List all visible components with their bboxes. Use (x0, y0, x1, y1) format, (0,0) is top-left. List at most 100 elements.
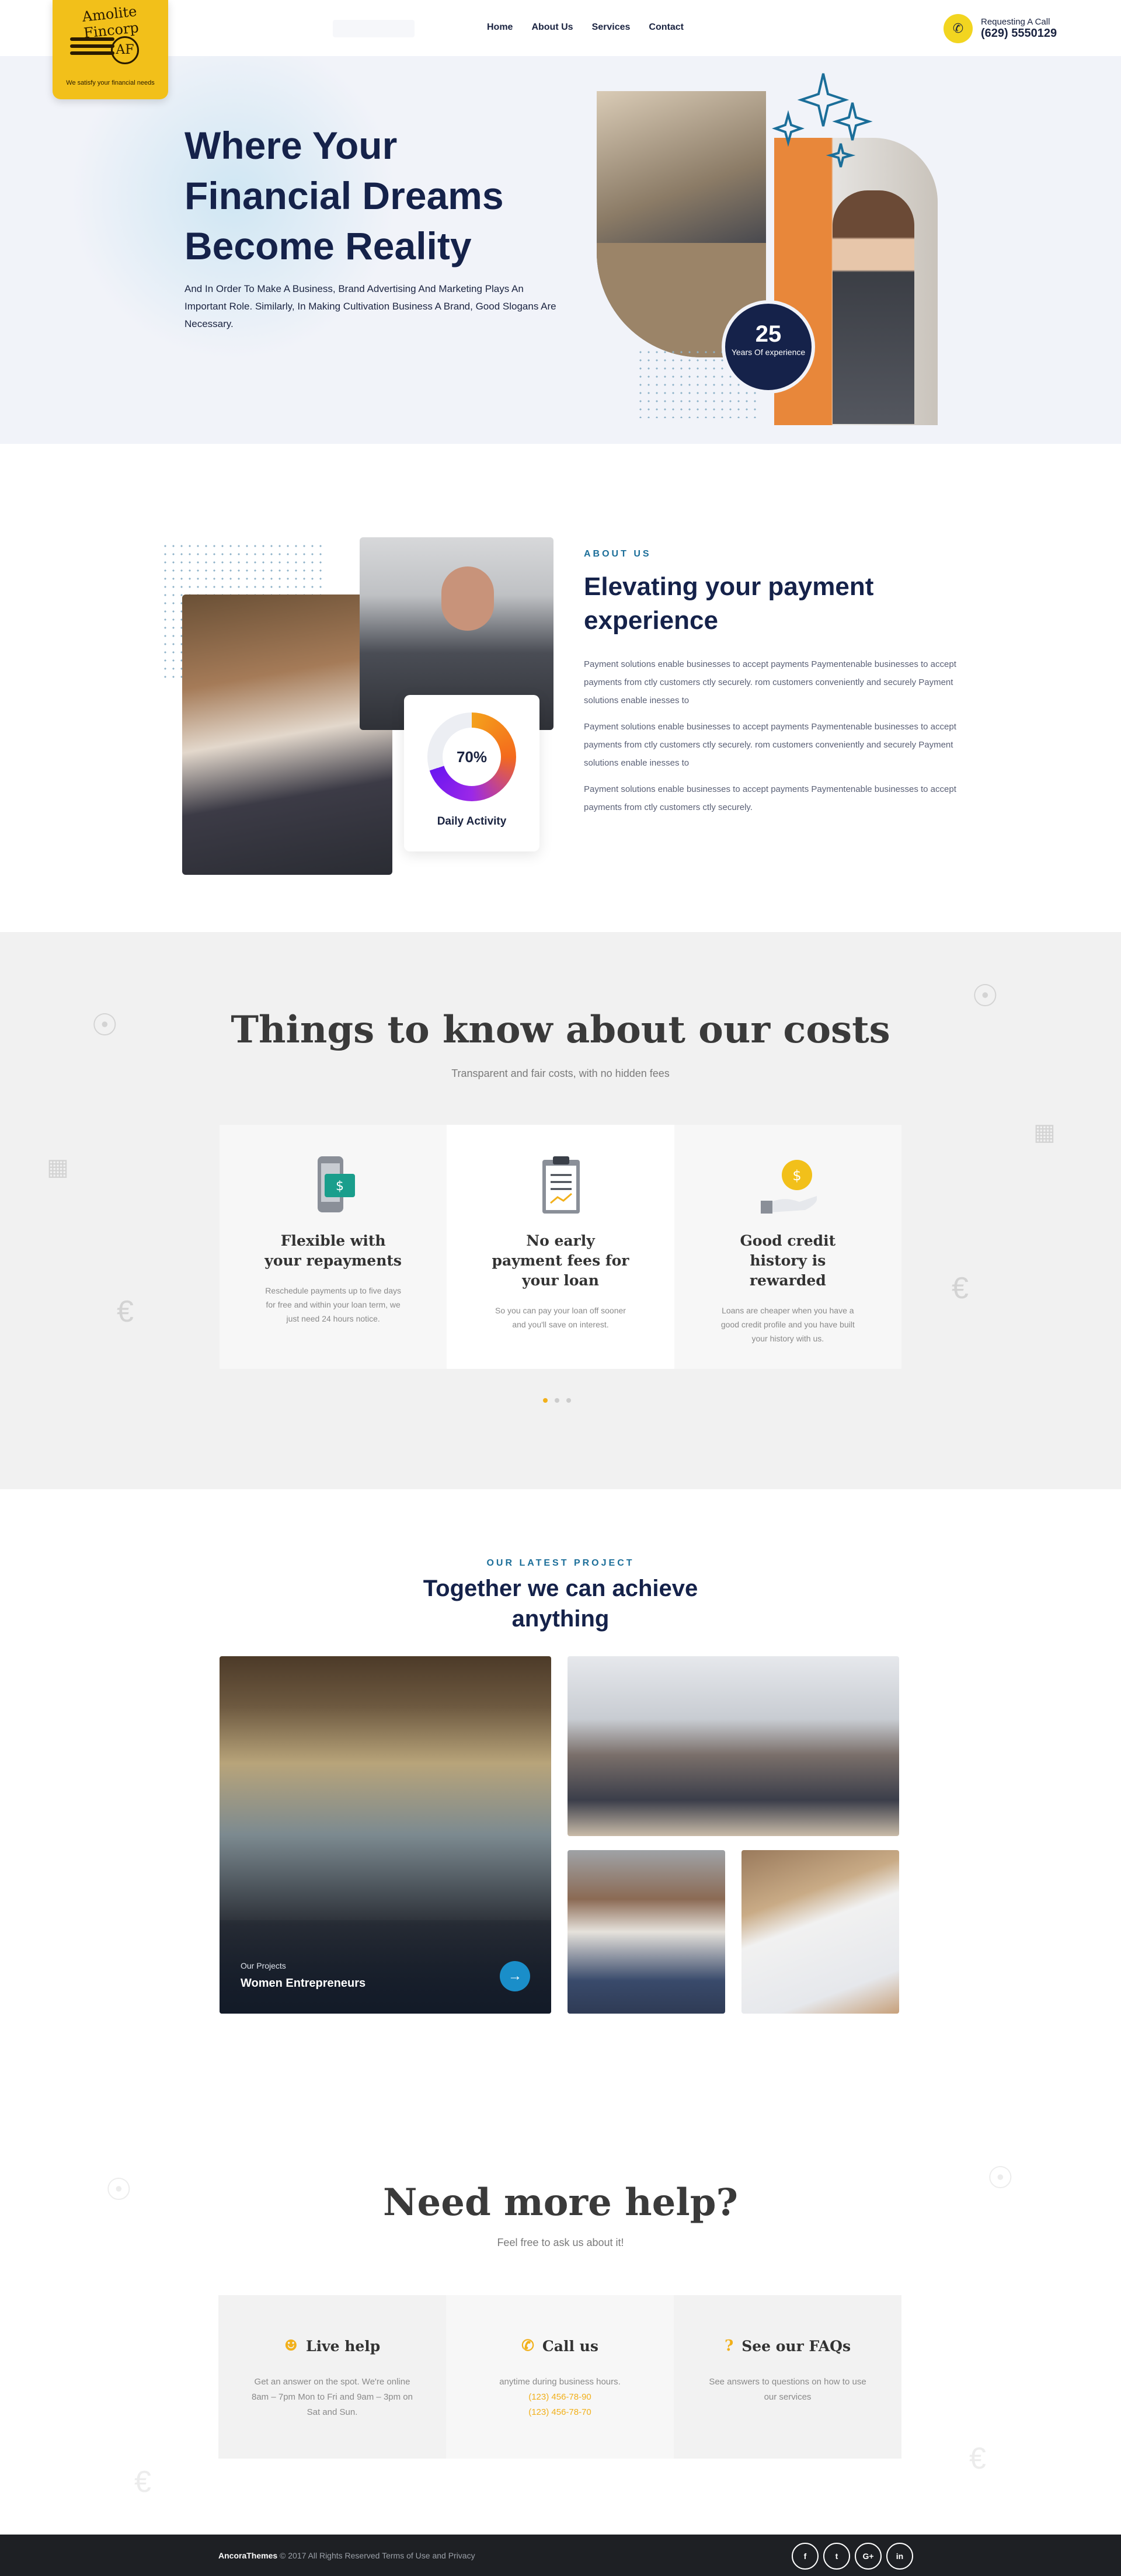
pager-dot[interactable] (543, 1398, 548, 1403)
projects-title: Together we can achieve anything (423, 1576, 698, 1632)
experience-number: 25 (755, 321, 782, 347)
hero-title-line: Where Your (184, 124, 398, 167)
sparkle-icon (771, 73, 873, 168)
logo-monogram: AF (111, 36, 139, 64)
site-footer: AncoraThemes © 2017 All Rights Reserved … (0, 2535, 1121, 2576)
phone-icon: ✆ (521, 2337, 534, 2355)
cost-card-title: Flexible with your repayments (264, 1232, 402, 1269)
cost-card-text: Reschedule payments up to five days for … (265, 1286, 401, 1323)
daily-activity-card: 70% Daily Activity (404, 695, 539, 851)
help-section: ☉ ☉ € € Need more help? Feel free to ask… (0, 2079, 1121, 2535)
copyright-text: © 2017 All Rights Reserved Terms of Use … (280, 2551, 475, 2560)
nav-home[interactable]: Home (487, 22, 513, 33)
cost-card-text: So you can pay your loan off sooner and … (495, 1306, 626, 1329)
pager-dot[interactable] (566, 1398, 571, 1403)
about-kicker: ABOUT US (584, 549, 652, 559)
phone-dollar-icon: $ (304, 1154, 363, 1218)
footer-brand[interactable]: AncoraThemes (218, 2551, 277, 2560)
site-header: Amolite Fincorp AF We satisfy your finan… (0, 0, 1121, 99)
costs-subtitle: Transparent and fair costs, with no hidd… (451, 1068, 670, 1079)
about-paragraph: Payment solutions enable businesses to a… (584, 722, 956, 768)
google-plus-icon[interactable]: G+ (855, 2543, 882, 2570)
help-card-title: Live help (306, 2337, 381, 2355)
copyright: AncoraThemes © 2017 All Rights Reserved … (218, 2551, 475, 2560)
twitter-icon[interactable]: t (823, 2543, 850, 2570)
cost-card-title: No early payment fees for your loan (492, 1232, 629, 1289)
projects-kicker: OUR LATEST PROJECT (486, 1558, 635, 1568)
costs-section: ☉ ☉ € € ▦ ▦ Things to know about our cos… (0, 932, 1121, 1489)
help-card-text: anytime during business hours. (123) 456… (478, 2375, 642, 2420)
coin-hand-icon: $ (758, 1154, 817, 1218)
logo-stripes (70, 37, 114, 63)
project-photo[interactable] (568, 1656, 899, 1836)
euro-coin-icon: € (134, 2465, 151, 2499)
project-photo[interactable] (741, 1850, 899, 2014)
logo-tagline: We satisfy your financial needs (66, 79, 155, 86)
activity-value: 70% (443, 728, 501, 786)
social-links: f t G+ in (792, 2543, 913, 2570)
help-title: Need more help? (383, 2181, 738, 2224)
header-search-field[interactable] (333, 20, 415, 37)
help-card[interactable]: ? See our FAQs See answers to questions o… (674, 2295, 901, 2459)
costs-title: Things to know about our costs (231, 1008, 890, 1052)
banknote-icon: ▦ (47, 1155, 69, 1180)
about-title: Elevating your payment experience (584, 572, 874, 635)
about-content: ABOUT US Elevating your payment experien… (584, 549, 958, 816)
facebook-icon[interactable]: f (792, 2543, 819, 2570)
help-subtitle: Feel free to ask us about it! (497, 2237, 624, 2248)
help-card-text-line: anytime during business hours. (499, 2377, 621, 2387)
cost-card-text: Loans are cheaper when you have a good c… (720, 1306, 855, 1343)
hero-title-line: Financial Dreams (184, 174, 504, 217)
cost-card-title: Good credit history is rewarded (740, 1232, 836, 1289)
about-paragraph: Payment solutions enable businesses to a… (584, 784, 956, 812)
request-call[interactable]: ✆ Requesting A Call (629) 5550129 (944, 14, 1057, 43)
cost-card: No early payment fees for your loan So y… (447, 1125, 674, 1369)
help-card-text: See answers to questions on how to use o… (709, 2377, 866, 2402)
help-card-title: Call us (542, 2337, 598, 2355)
experience-label: Years Of experience (731, 347, 806, 357)
help-card-text: Get an answer on the spot. We're online … (252, 2377, 413, 2417)
nav-about[interactable]: About Us (531, 22, 573, 33)
carousel-pager (543, 1398, 571, 1403)
help-phone[interactable]: (123) 456-78-70 (528, 2407, 591, 2417)
euro-coin-icon: € (969, 2442, 986, 2476)
svg-text:$: $ (336, 1179, 344, 1194)
cost-card: $ Flexible with your repayments Reschedu… (220, 1125, 447, 1369)
phone-icon: ✆ (944, 14, 973, 43)
experience-badge: 25 Years Of experience (722, 300, 815, 394)
main-nav: Home About Us Services Contact (487, 22, 684, 33)
request-call-label: Requesting A Call (981, 17, 1050, 27)
banknote-icon: ▦ (1033, 1120, 1056, 1145)
logo[interactable]: Amolite Fincorp AF We satisfy your finan… (53, 0, 168, 99)
help-phone[interactable]: (123) 456-78-90 (528, 2392, 591, 2402)
euro-coin-icon: € (117, 1295, 134, 1329)
euro-coin-icon: € (952, 1271, 969, 1305)
projects-header: OUR LATEST PROJECT Together we can achie… (0, 1558, 1121, 1634)
hero-title-line: Become Reality (184, 224, 472, 267)
about-paragraph: Payment solutions enable businesses to a… (584, 659, 956, 705)
hero-section: Where Your Financial Dreams Become Reali… (0, 56, 1121, 444)
arrow-right-icon[interactable]: → (500, 1961, 530, 1991)
help-card-title: See our FAQs (741, 2337, 851, 2355)
pager-dot[interactable] (555, 1398, 559, 1403)
request-call-phone[interactable]: (629) 5550129 (981, 27, 1057, 40)
nav-contact[interactable]: Contact (649, 22, 684, 33)
help-card[interactable]: ✆ Call us anytime during business hours. … (446, 2295, 674, 2459)
chat-icon: ☻ (284, 2337, 298, 2355)
linkedin-icon[interactable]: in (886, 2543, 913, 2570)
cost-card: $ Good credit history is rewarded Loans … (674, 1125, 901, 1369)
project-featured[interactable]: Our Projects Women Entrepreneurs → (220, 1656, 551, 2014)
question-icon: ? (724, 2337, 734, 2355)
activity-label: Daily Activity (437, 815, 507, 828)
project-photo[interactable] (568, 1850, 725, 2014)
nav-services[interactable]: Services (592, 22, 631, 33)
project-title: Women Entrepreneurs (241, 1977, 366, 1990)
activity-donut: 70% (427, 712, 516, 801)
help-cards: ☻ Live help Get an answer on the spot. We… (218, 2295, 901, 2459)
hero-text: And In Order To Make A Business, Brand A… (184, 283, 556, 329)
project-kicker: Our Projects (241, 1961, 286, 1970)
hero-title: Where Your Financial Dreams Become Reali… (184, 120, 546, 271)
clipboard-icon (531, 1154, 590, 1218)
help-card[interactable]: ☻ Live help Get an answer on the spot. We… (218, 2295, 446, 2459)
costs-cards: $ Flexible with your repayments Reschedu… (220, 1125, 901, 1369)
